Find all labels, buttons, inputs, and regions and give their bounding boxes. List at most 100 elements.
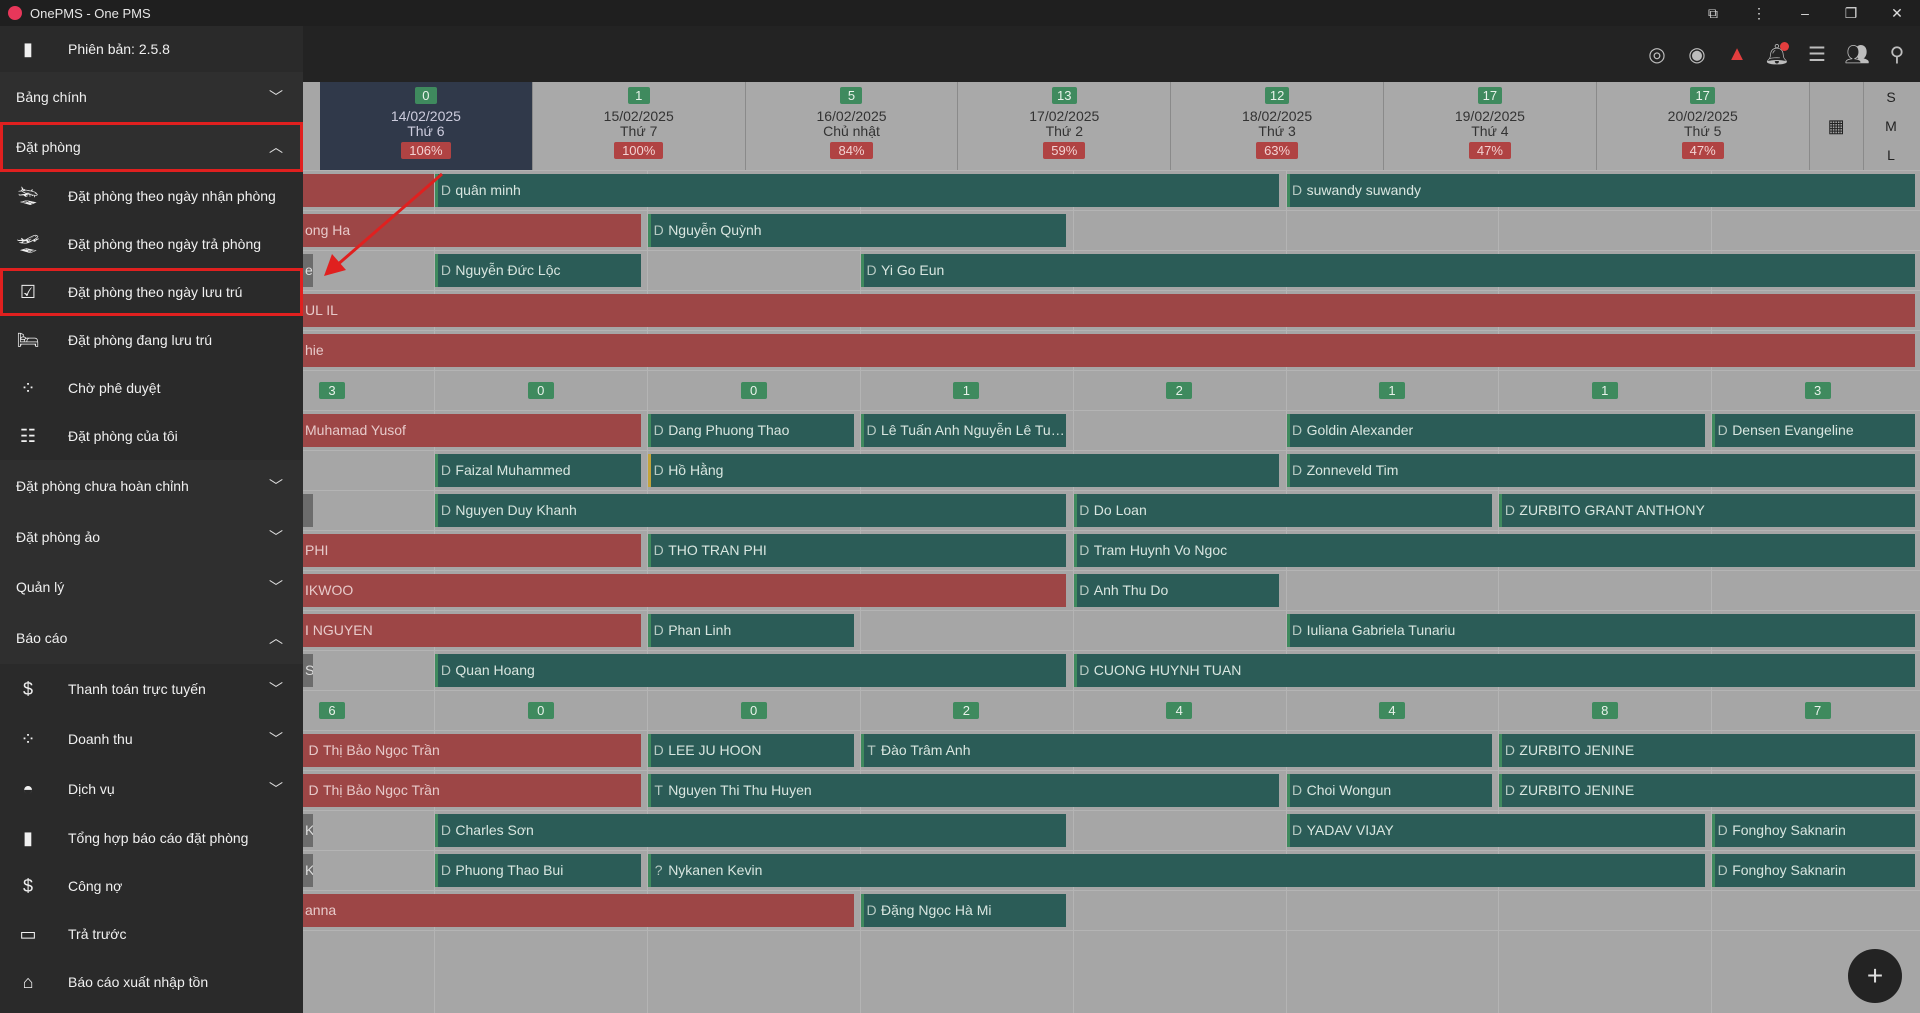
- booking-bar[interactable]: hie: [303, 334, 1915, 367]
- booking-bar[interactable]: D Thị Bảo Ngọc Trần: [303, 774, 641, 807]
- calendar-icon[interactable]: ▦: [1810, 82, 1864, 170]
- fingerprint-icon[interactable]: ◎: [1644, 41, 1670, 67]
- booking-bar[interactable]: Dquân minh: [435, 174, 1280, 207]
- booking-bar[interactable]: Dsuwandy suwandy: [1286, 174, 1915, 207]
- sidebar-item-8[interactable]: Đặt phòng chưa hoàn chỉnh ﹀: [0, 460, 303, 512]
- sidebar-item-15[interactable]: ▮ Tổng hợp báo cáo đặt phòng: [0, 814, 303, 862]
- sidebar-item-0[interactable]: Bảng chính ﹀: [0, 72, 303, 122]
- booking-bar[interactable]: D Goldin Alexander: [1286, 414, 1705, 447]
- guest-name: Nguyen Thi Thu Huyen: [668, 782, 812, 798]
- size-option[interactable]: S: [1886, 89, 1895, 105]
- booking-bar[interactable]: D Fonghoy Saknarin: [1712, 854, 1915, 887]
- booking-bar[interactable]: D Fonghoy Saknarin: [1712, 814, 1915, 847]
- sidebar-item-16[interactable]: $ Công nợ: [0, 862, 303, 910]
- sidebar-item-10[interactable]: Quản lý ﹀: [0, 562, 303, 612]
- sidebar-item-18[interactable]: ⌂ Báo cáo xuất nhập tồn: [0, 958, 303, 1006]
- booking-bar[interactable]: D Anh Thu Do: [1073, 574, 1280, 607]
- booking-bar[interactable]: D Yi Go Eun: [861, 254, 1915, 287]
- add-user-icon[interactable]: 👥︎: [1844, 41, 1870, 67]
- booking-bar[interactable]: Muhamad Yusof: [303, 414, 641, 447]
- booking-bar[interactable]: [303, 174, 435, 207]
- size-option[interactable]: M: [1885, 118, 1897, 134]
- booking-bar[interactable]: D Nguyen Duy Khanh: [435, 494, 1067, 527]
- booking-bar[interactable]: D Dang Phuong Thao: [648, 414, 854, 447]
- size-option[interactable]: L: [1887, 147, 1895, 163]
- extension-icon[interactable]: ⧉: [1690, 0, 1736, 26]
- booking-bar[interactable]: D Hồ Hằng: [648, 454, 1280, 487]
- sidebar-item-label: Bảng chính: [16, 89, 87, 105]
- booking-bar[interactable]: D ZURBITO JENINE: [1499, 734, 1915, 767]
- sidebar-item-9[interactable]: Đặt phòng ảo ﹀: [0, 512, 303, 562]
- sidebar-item-6[interactable]: ⁘ Chờ phê duyệt: [0, 364, 303, 412]
- minimize-button[interactable]: –: [1782, 0, 1828, 26]
- booking-bar[interactable]: UL IL: [303, 294, 1915, 327]
- booking-bar[interactable]: S: [303, 654, 313, 687]
- guest-name: Quan Hoang: [455, 662, 535, 678]
- booking-bar[interactable]: D YADAV VIJAY: [1286, 814, 1705, 847]
- booking-bar[interactable]: T Nguyen Thi Thu Huyen: [648, 774, 1280, 807]
- booking-bar[interactable]: D Charles Sơn: [435, 814, 1067, 847]
- booking-bar[interactable]: IKWOO: [303, 574, 1067, 607]
- date-column-header[interactable]: 12 18/02/2025 Thứ 3 63%: [1171, 82, 1384, 170]
- booking-bar[interactable]: e: [303, 254, 313, 287]
- booking-bar[interactable]: ? Nykanen Kevin: [648, 854, 1705, 887]
- warning-icon[interactable]: ▲: [1724, 41, 1750, 67]
- sidebar-item-2[interactable]: 🛬︎ Đặt phòng theo ngày nhận phòng: [0, 172, 303, 220]
- booking-bar[interactable]: K...: [303, 854, 313, 887]
- sidebar-item-5[interactable]: 🛏︎ Đặt phòng đang lưu trú: [0, 316, 303, 364]
- date-column-header[interactable]: 0 14/02/2025 Thứ 6 106%: [320, 82, 533, 170]
- booking-bar[interactable]: D Choi Wongun: [1286, 774, 1492, 807]
- search-icon[interactable]: ⚲: [1884, 41, 1910, 67]
- sidebar-item-3[interactable]: 🛫︎ Đặt phòng theo ngày trả phòng: [0, 220, 303, 268]
- date-column-header[interactable]: 1 15/02/2025 Thứ 7 100%: [532, 82, 746, 170]
- sidebar-item-13[interactable]: ⁘ Doanh thu ﹀: [0, 714, 303, 764]
- date-column-header[interactable]: 17 20/02/2025 Thứ 5 47%: [1596, 82, 1810, 170]
- booking-bar[interactable]: anna: [303, 894, 854, 927]
- booking-bar[interactable]: PHI: [303, 534, 641, 567]
- booking-bar[interactable]: ong Ha: [303, 214, 641, 247]
- sidebar-item-14[interactable]: ◓ Dịch vụ ﹀: [0, 764, 303, 814]
- booking-bar[interactable]: D THO TRAN PHI: [648, 534, 1067, 567]
- booking-bar[interactable]: DLê Tuấn Anh Nguyễn Lê Tuấn Anh: [861, 414, 1067, 447]
- booking-bar[interactable]: D Tram Huynh Vo Ngoc: [1073, 534, 1915, 567]
- sidebar-item-12[interactable]: $ Thanh toán trực tuyến ﹀: [0, 664, 303, 714]
- sidebar-item-1[interactable]: Đặt phòng ︿: [0, 122, 303, 172]
- booking-bar[interactable]: D Nguyễn Đức Lộc: [435, 254, 641, 287]
- sidebar-item-11[interactable]: Báo cáo ︿: [0, 612, 303, 664]
- booking-bar[interactable]: D Densen Evangeline: [1712, 414, 1915, 447]
- booking-bar[interactable]: D Phan Linh: [648, 614, 854, 647]
- sidebar-item-7[interactable]: ☷ Đặt phòng của tôi: [0, 412, 303, 460]
- booking-bar[interactable]: D LEE JU HOON: [648, 734, 854, 767]
- booking-bar[interactable]: D Iuliana Gabriela Tunariu: [1286, 614, 1915, 647]
- bell-icon[interactable]: 🔔︎: [1764, 41, 1790, 67]
- booking-bar[interactable]: D Phuong Thao Bui: [435, 854, 641, 887]
- booking-bar[interactable]: D ZURBITO GRANT ANTHONY: [1499, 494, 1915, 527]
- booking-bar[interactable]: D Do Loan: [1073, 494, 1492, 527]
- arrival-count-badge: 17: [1690, 87, 1715, 104]
- guest-name: Yi Go Eun: [881, 262, 945, 278]
- booking-bar[interactable]: D Zonneveld Tim: [1286, 454, 1915, 487]
- booking-bar[interactable]: T Đào Trâm Anh: [861, 734, 1493, 767]
- booking-bar[interactable]: D Nguyễn Quỳnh: [648, 214, 1067, 247]
- booking-bar[interactable]: I NGUYEN: [303, 614, 641, 647]
- booking-bar[interactable]: D Faizal Muhammed: [435, 454, 641, 487]
- booking-bar[interactable]: D Thị Bảo Ngọc Trần: [303, 734, 641, 767]
- more-vert-icon[interactable]: ⋮: [1736, 0, 1782, 26]
- restore-button[interactable]: ❐: [1828, 0, 1874, 26]
- date-column-header[interactable]: 17 19/02/2025 Thứ 4 47%: [1384, 82, 1597, 170]
- booking-bar[interactable]: D CUONG HUYNH TUAN: [1073, 654, 1915, 687]
- booking-bar[interactable]: K...: [303, 814, 313, 847]
- add-booking-fab[interactable]: +: [1848, 949, 1902, 1003]
- booking-bar[interactable]: [303, 494, 313, 527]
- sidebar-item-17[interactable]: ▭ Trả trước: [0, 910, 303, 958]
- date-column-header[interactable]: 5 16/02/2025 Chủ nhật 84%: [745, 82, 959, 170]
- date-column-header[interactable]: 13 17/02/2025 Thứ 2 59%: [958, 82, 1172, 170]
- close-button[interactable]: ✕: [1874, 0, 1920, 26]
- booking-bar[interactable]: D Quan Hoang: [435, 654, 1067, 687]
- booking-bar[interactable]: D Đặng Ngọc Hà Mi: [861, 894, 1067, 927]
- eye-icon[interactable]: ◉: [1684, 41, 1710, 67]
- booking-bar[interactable]: D ZURBITO JENINE: [1499, 774, 1915, 807]
- booking-source-tag: D: [861, 414, 879, 447]
- sidebar-item-4[interactable]: ☑ Đặt phòng theo ngày lưu trú: [0, 268, 303, 316]
- menu-icon[interactable]: ☰: [1804, 41, 1830, 67]
